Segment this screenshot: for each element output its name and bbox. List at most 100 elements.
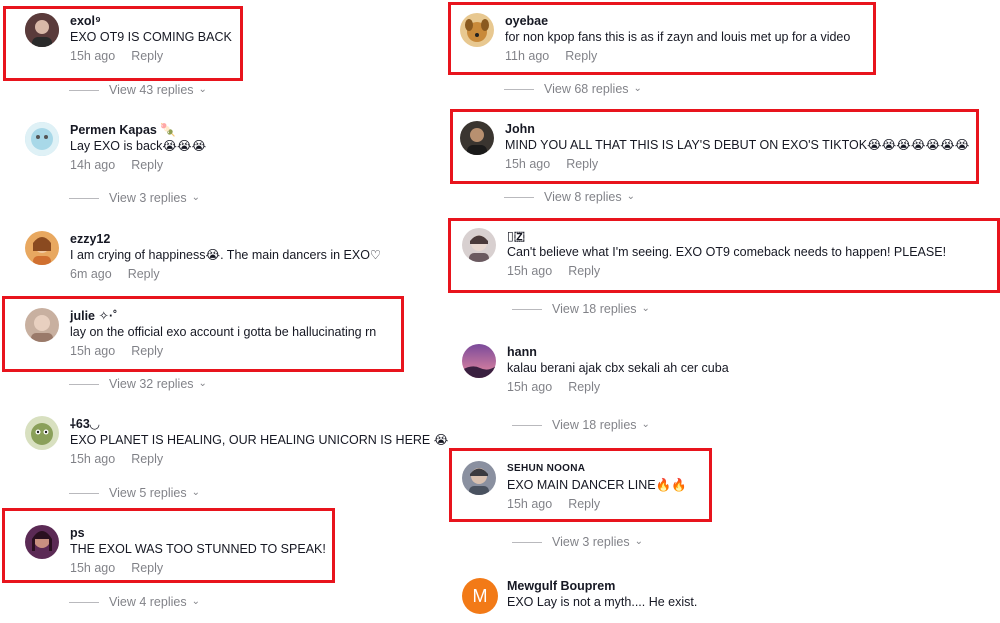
chevron-down-icon: ⌄ (191, 191, 200, 203)
comment-text: EXO PLANET IS HEALING, OUR HEALING UNICO… (70, 433, 449, 447)
comment-time: 15h ago (70, 49, 116, 63)
person-avatar-icon (25, 525, 59, 559)
divider (69, 89, 99, 91)
view-replies-label: View 5 replies (109, 486, 187, 500)
view-replies-button[interactable]: View 32 replies ⌄ (69, 377, 207, 391)
view-replies-button[interactable]: View 5 replies ⌄ (69, 486, 200, 500)
view-replies-label: View 3 replies (552, 535, 630, 549)
chevron-down-icon: ⌄ (191, 595, 200, 607)
comment-text: MIND YOU ALL THAT THIS IS LAY'S DEBUT ON… (505, 138, 970, 152)
reply-button[interactable]: Reply (128, 267, 160, 281)
person-avatar-icon (462, 461, 496, 495)
comment-time: 15h ago (70, 561, 116, 575)
avatar[interactable] (25, 122, 59, 156)
person-avatar-icon (25, 231, 59, 265)
view-replies-label: View 3 replies (109, 191, 187, 205)
comment-username[interactable]: ⸸63◡ (70, 416, 448, 432)
reply-button[interactable]: Reply (565, 49, 597, 63)
chevron-down-icon: ⌄ (633, 82, 642, 94)
person-avatar-icon (25, 308, 59, 342)
reply-button[interactable]: Reply (131, 158, 163, 172)
comment-text: I am crying of happiness😭. The main danc… (70, 248, 382, 262)
comment-time: 6m ago (70, 267, 112, 281)
view-replies-button[interactable]: View 43 replies ⌄ (69, 83, 207, 97)
creature-avatar-icon (25, 416, 59, 450)
view-replies-button[interactable]: View 18 replies ⌄ (512, 302, 650, 316)
comment-username[interactable]: Permen Kapas 🍡 (70, 122, 206, 138)
comment-username[interactable]: ▯🇿 (507, 228, 946, 244)
avatar-letter: M (472, 585, 488, 606)
view-replies-label: View 18 replies (552, 302, 637, 316)
comment-username[interactable]: ezzy12 (70, 231, 381, 247)
divider (512, 541, 542, 543)
view-replies-label: View 4 replies (109, 595, 187, 609)
reply-button[interactable]: Reply (131, 561, 163, 575)
avatar[interactable] (460, 121, 494, 155)
reply-button[interactable]: Reply (568, 497, 600, 511)
comment-username[interactable]: Mewgulf Bouprem (507, 578, 697, 594)
divider (512, 308, 542, 310)
comment-text: Lay EXO is back😭😭😭 (70, 139, 207, 153)
view-replies-button[interactable]: View 18 replies ⌄ (512, 418, 650, 432)
comment-username[interactable]: julie ✧·˚ (70, 308, 376, 324)
comment-text: lay on the official exo account i gotta … (70, 325, 377, 339)
comment-time: 15h ago (70, 452, 116, 466)
avatar[interactable]: M (462, 578, 498, 614)
comment-username[interactable]: ps (70, 525, 326, 541)
view-replies-button[interactable]: View 3 replies ⌄ (512, 535, 643, 549)
avatar[interactable] (462, 461, 496, 495)
avatar[interactable] (25, 231, 59, 265)
comment-username[interactable]: hann (507, 344, 729, 360)
comment-username[interactable]: John (505, 121, 969, 137)
divider (69, 197, 99, 199)
view-replies-label: View 32 replies (109, 377, 194, 391)
view-replies-button[interactable]: View 8 replies ⌄ (504, 190, 635, 204)
comment-text: for non kpop fans this is as if zayn and… (505, 30, 851, 44)
divider (69, 601, 99, 603)
reply-button[interactable]: Reply (131, 344, 163, 358)
comment-username[interactable]: SEHUN NOONA (507, 461, 687, 477)
avatar[interactable] (25, 308, 59, 342)
chevron-down-icon: ⌄ (198, 377, 207, 389)
chevron-down-icon: ⌄ (634, 535, 643, 547)
avatar[interactable] (25, 525, 59, 559)
comment-time: 15h ago (70, 344, 116, 358)
comment-text: THE EXOL WAS TOO STUNNED TO SPEAK! (70, 542, 326, 556)
comment-text: EXO MAIN DANCER LINE🔥🔥 (507, 478, 687, 492)
divider (512, 424, 542, 426)
reply-button[interactable]: Reply (566, 157, 598, 171)
comment-time: 15h ago (505, 157, 551, 171)
divider (69, 492, 99, 494)
person-avatar-icon (25, 13, 59, 47)
comment-time: 15h ago (507, 264, 553, 278)
reply-button[interactable]: Reply (568, 380, 600, 394)
chevron-down-icon: ⌄ (191, 486, 200, 498)
divider (69, 383, 99, 385)
comment-text: EXO Lay is not a myth.... He exist. (507, 595, 698, 609)
comment-username[interactable]: exol⁹ (70, 13, 232, 29)
chevron-down-icon: ⌄ (641, 302, 650, 314)
comment-time: 15h ago (507, 497, 553, 511)
avatar[interactable] (462, 228, 496, 262)
comment-time: 14h ago (70, 158, 116, 172)
person-avatar-icon (462, 228, 496, 262)
reply-button[interactable]: Reply (568, 264, 600, 278)
view-replies-button[interactable]: View 3 replies ⌄ (69, 191, 200, 205)
comment-username[interactable]: oyebae (505, 13, 850, 29)
chevron-down-icon: ⌄ (641, 418, 650, 430)
avatar[interactable] (462, 344, 496, 378)
view-replies-label: View 43 replies (109, 83, 194, 97)
avatar[interactable] (25, 416, 59, 450)
avatar[interactable] (460, 13, 494, 47)
divider (504, 88, 534, 90)
view-replies-label: View 8 replies (544, 190, 622, 204)
reply-button[interactable]: Reply (131, 49, 163, 63)
chevron-down-icon: ⌄ (626, 190, 635, 202)
view-replies-button[interactable]: View 68 replies ⌄ (504, 82, 642, 96)
chevron-down-icon: ⌄ (198, 83, 207, 95)
dog-avatar-icon (460, 13, 494, 47)
reply-button[interactable]: Reply (131, 452, 163, 466)
avatar[interactable] (25, 13, 59, 47)
view-replies-button[interactable]: View 4 replies ⌄ (69, 595, 200, 609)
comment-text: EXO OT9 IS COMING BACK (70, 30, 232, 44)
